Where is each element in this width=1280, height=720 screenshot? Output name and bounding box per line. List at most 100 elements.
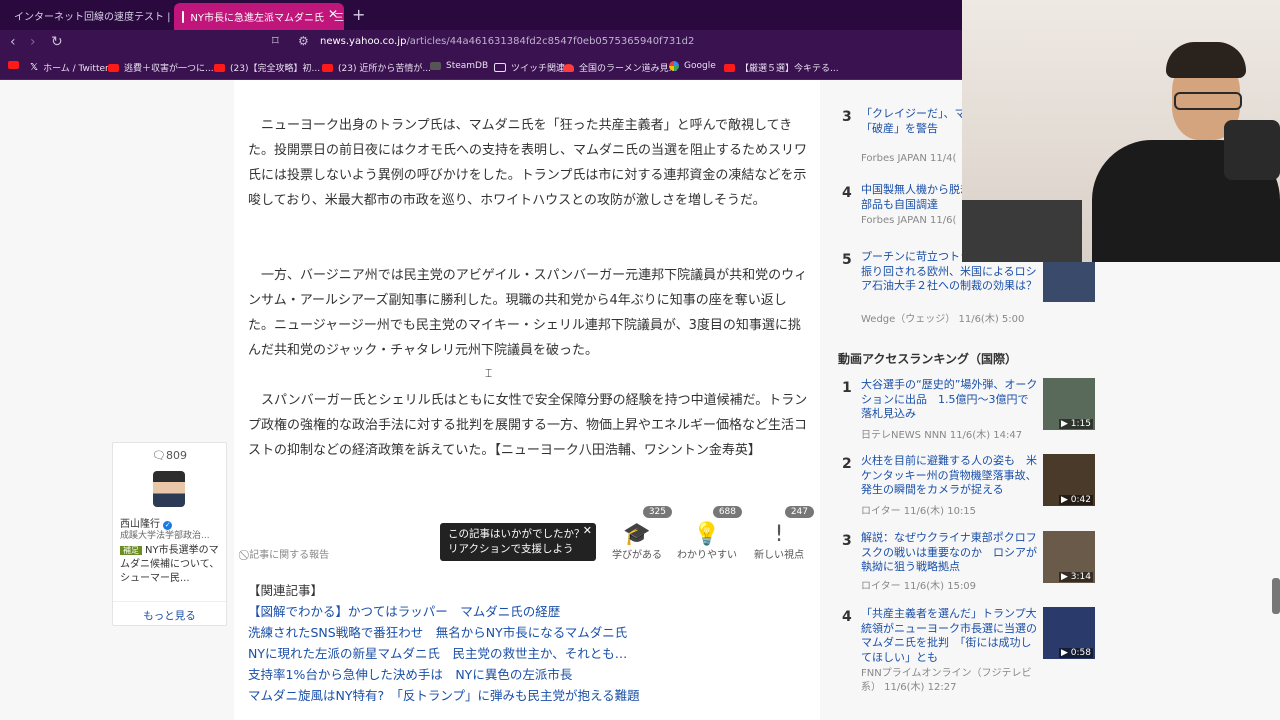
tab-label: インターネット回線の速度テスト | Fast.com — [14, 11, 170, 23]
video-meta: ロイター 11/6(木) 10:15 — [861, 506, 977, 517]
video-duration: ▶ 0:42 — [1059, 495, 1093, 505]
bookmark-item[interactable]: (23) 近所から苦情が... — [322, 61, 431, 74]
bookmark-steamdb[interactable]: SteamDB — [430, 61, 488, 71]
video-title[interactable]: 「共産主義者を選んだ」トランプ大統領がニューヨーク市長選に当選のマムダニ氏を批判… — [861, 607, 1039, 665]
reaction-tooltip: この記事はいかがでしたか？リアクションで支援しよう ✕ — [440, 523, 596, 561]
bookmark-youtube[interactable] — [8, 61, 24, 69]
related-heading: 【関連記事】 — [248, 583, 324, 598]
bookmark-item[interactable]: 【厳選５選】今キテる... — [724, 61, 839, 74]
steamdb-icon — [430, 62, 441, 70]
comment-icon: 🗨 — [152, 449, 166, 462]
youtube-icon — [108, 63, 119, 72]
reaction-label: 学びがある — [612, 550, 662, 561]
scrollbar-handle[interactable] — [1272, 578, 1280, 614]
reload-icon[interactable]: ↻ — [51, 34, 63, 50]
tab-fast-com[interactable]: インターネット回線の速度テスト | Fast.com — [0, 4, 170, 26]
related-link[interactable]: 【図解でわかる】かつてはラッパー マムダニ氏の経歴 — [248, 601, 808, 622]
browser-tab-bar: インターネット回線の速度テスト | Fast.com NY市長に急進左派マムダニ… — [0, 0, 962, 30]
ranking-thumbnail[interactable] — [1043, 262, 1095, 302]
youtube-icon — [214, 63, 225, 72]
reaction-clear-button[interactable]: 688 💡 わかりやすい — [674, 506, 742, 561]
video-title[interactable]: 大谷選手の“歴史的”場外弾、オークションに出品 1.5億円～3億円で落札見込み — [861, 378, 1039, 422]
article-paragraph: ニューヨーク出身のトランプ氏は、マムダニ氏を「狂った共産主義者」と呼んで敵視して… — [248, 118, 808, 208]
comment-tag: 補足 — [120, 546, 142, 555]
video-meta: FNNプライムオンライン（フジテレビ系） 11/6(木) 12:27 — [861, 668, 1032, 693]
reaction-new-view-button[interactable]: 247 ! 新しい視点 — [746, 506, 814, 561]
mortarboard-icon: 🎓 — [623, 522, 651, 547]
related-link[interactable]: 洗練されたSNS戦略で番狂わせ 無名からNY市長になるマムダニ氏 — [248, 622, 808, 643]
video-title[interactable]: 解説：なぜウクライナ東部ポクロフスクの戦いは重要なのか ロシアが執拗に狙う戦略拠… — [861, 531, 1039, 575]
ranking-meta: Forbes JAPAN 11/4( — [861, 153, 957, 164]
video-duration: ▶ 3:14 — [1059, 572, 1093, 582]
video-thumbnail[interactable]: ▶ 0:58 — [1043, 607, 1095, 659]
bookmark-icon[interactable]: ⌑ — [272, 34, 279, 49]
back-icon[interactable]: ‹ — [10, 34, 16, 50]
video-duration: ▶ 1:15 — [1059, 419, 1093, 429]
folder-icon — [494, 63, 506, 72]
microphone-icon — [1224, 120, 1280, 180]
comment-count[interactable]: 🗨809 — [113, 449, 226, 462]
new-tab-icon[interactable]: + — [352, 5, 365, 24]
video-meta: 日テレNEWS NNN 11/6(木) 14:47 — [861, 430, 1023, 441]
tab-label: NY市長に急進左派マムダニ氏 三 — [190, 13, 344, 24]
reaction-count: 688 — [712, 506, 742, 518]
video-thumbnail[interactable]: ▶ 3:14 — [1043, 531, 1095, 583]
comment-panel: 🗨809 西山隆行 ✓ 成蹊大学法学部政治... 補足 NY市長選挙のマムダニ候補… — [112, 442, 227, 626]
commenter-role: 成蹊大学法学部政治... — [120, 531, 210, 541]
youtube-icon — [724, 63, 735, 72]
related-link[interactable]: 支持率1%台から急伸した決め手は NYに異色の左派市長 — [248, 664, 808, 685]
bookmarks-bar: 𝕏 ホーム / Twitter 逃費＋収害が一つに... (23)【完全攻略】初.… — [0, 55, 962, 80]
site-settings-icon[interactable]: ⚙ — [298, 34, 309, 48]
rank-number: 3 — [842, 533, 852, 549]
lightbulb-icon: 💡 — [693, 522, 721, 547]
article-body: ニューヨーク出身のトランプ氏は、マムダニ氏を「狂った共産主義者」と呼んで敵視して… — [234, 80, 820, 720]
rank-number: 4 — [842, 185, 852, 201]
video-thumbnail[interactable]: ▶ 1:15 — [1043, 378, 1095, 430]
exclamation-icon: ! — [774, 522, 784, 547]
youtube-icon — [322, 63, 333, 72]
webcam-background — [962, 200, 1082, 262]
webcam-person-hair — [1166, 42, 1246, 78]
comment-text[interactable]: 補足 NY市長選挙のマムダニ候補について、シューマー民... — [120, 544, 222, 586]
bookmark-item[interactable]: 逃費＋収害が一つに... — [108, 61, 214, 74]
x-icon: 𝕏 — [30, 62, 39, 73]
related-link[interactable]: マムダニ旋風はNY特有? 「反トランプ」に弾みも民主党が抱える難題 — [248, 685, 808, 706]
rank-number: 5 — [842, 252, 852, 268]
reaction-learn-button[interactable]: 325 🎓 学びがある — [604, 506, 672, 561]
rank-number: 1 — [842, 380, 852, 396]
article-paragraph: スパンバーガー氏とシェリル氏はともに女性で安全保障分野の経験を持つ中道候補だ。ト… — [248, 393, 808, 458]
reaction-label: わかりやすい — [677, 550, 737, 561]
yahoo-icon — [182, 10, 185, 23]
ranking-meta: Forbes JAPAN 11/6( — [861, 215, 957, 226]
bookmark-twitter[interactable]: 𝕏 ホーム / Twitter — [30, 61, 109, 74]
bookmark-ramen[interactable]: 全国のラーメン道み見... — [563, 61, 677, 74]
avatar[interactable] — [153, 471, 185, 507]
rank-number: 4 — [842, 609, 852, 625]
reaction-count: 325 — [642, 506, 672, 518]
reaction-label: 新しい視点 — [754, 550, 804, 561]
reaction-count: 247 — [784, 506, 814, 518]
youtube-icon — [8, 61, 19, 69]
bookmark-item[interactable]: (23)【完全攻略】初... — [214, 61, 320, 74]
report-article-link[interactable]: ⃠ 記事に関する報告 — [246, 546, 329, 561]
forward-icon[interactable]: › — [30, 34, 36, 50]
close-icon[interactable]: ✕ — [583, 523, 592, 538]
more-comments-link[interactable]: もっと見る — [113, 601, 226, 623]
text-cursor-icon: ⌶ — [485, 366, 493, 380]
ramen-icon — [563, 63, 574, 72]
video-meta: ロイター 11/6(木) 15:09 — [861, 581, 977, 592]
google-icon — [669, 61, 679, 71]
related-link[interactable]: NYに現れた左派の新星マムダニ氏 民主党の救世主か、それとも… — [248, 643, 808, 664]
ranking-meta: Wedge（ウェッジ） 11/6(木) 5:00 — [861, 314, 1025, 325]
bookmark-google[interactable]: Google — [669, 61, 716, 71]
rank-number: 2 — [842, 456, 852, 472]
address-bar: ‹ › ↻ ⌑ ⚙ news.yahoo.co.jp/articles/44a4… — [0, 30, 962, 55]
video-thumbnail[interactable]: ▶ 0:42 — [1043, 454, 1095, 506]
video-ranking-heading: 動画アクセスランキング（国際） — [838, 352, 1018, 366]
url-field[interactable]: news.yahoo.co.jp/articles/44a461631384fd… — [320, 36, 694, 47]
webcam-overlay — [962, 0, 1280, 262]
video-title[interactable]: 火柱を目前に避難する人の姿も 米ケンタッキー州の貨物機墜落事故、発生の瞬間をカメ… — [861, 454, 1039, 498]
close-icon[interactable]: ✕ — [328, 7, 338, 21]
bookmark-folder-twitch[interactable]: ツイッチ関連 — [494, 61, 565, 74]
tab-yahoo-news[interactable]: NY市長に急進左派マムダニ氏 三 ✕ — [174, 3, 344, 30]
